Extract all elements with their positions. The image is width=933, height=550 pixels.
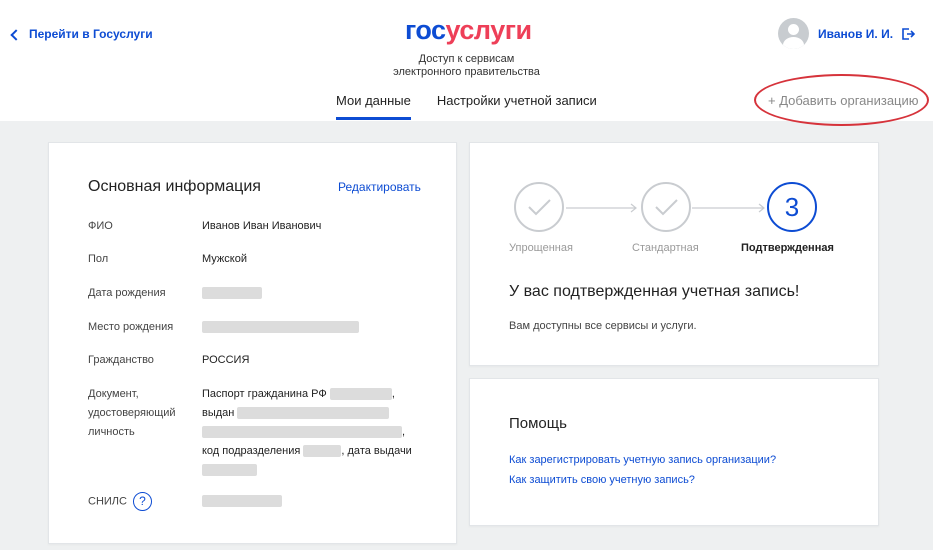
gender-value: Мужской: [202, 253, 247, 265]
user-name[interactable]: Иванов И. И.: [818, 27, 893, 41]
account-status-description: Вам доступны все сервисы и услуги.: [509, 320, 697, 332]
redacted-birth-date: [202, 287, 262, 300]
header: Перейти в Госуслуги госуслуги Доступ к с…: [0, 0, 933, 126]
birth-date-label: Дата рождения: [88, 287, 166, 299]
redacted-snils: [202, 495, 282, 508]
step-connector-line-1: [566, 203, 637, 213]
checkmark-icon: [655, 199, 678, 216]
main-info-card: Основная информация Редактировать ФИО Ив…: [48, 142, 457, 544]
avatar[interactable]: [778, 18, 809, 49]
add-organization-link[interactable]: + Добавить организацию: [768, 93, 919, 108]
help-link-protect-account[interactable]: Как защитить свою учетную запись?: [509, 474, 695, 486]
user-menu[interactable]: Иванов И. И.: [778, 18, 916, 49]
birth-date-value: [202, 284, 262, 303]
back-to-gosuslugi-link[interactable]: Перейти в Госуслуги: [10, 27, 153, 41]
document-value: Паспорт гражданина РФ , выдан , код подр…: [202, 385, 412, 480]
citizenship-value: РОССИЯ: [202, 354, 250, 366]
help-icon[interactable]: ?: [132, 492, 152, 511]
redacted-birth-place: [202, 321, 359, 334]
fio-value: Иванов Иван Иванович: [202, 220, 322, 232]
help-title: Помощь: [509, 415, 567, 432]
citizenship-label: Гражданство: [88, 354, 154, 366]
step-label-simplified: Упрощенная: [509, 242, 573, 254]
gender-label: Пол: [88, 253, 109, 265]
step-connector-line-2: [692, 203, 765, 213]
tab-my-data[interactable]: Мои данные: [336, 93, 411, 120]
step-label-standard: Стандартная: [632, 242, 699, 254]
step-standard: [641, 182, 691, 232]
header-subtitle: Доступ к сервисам электронного правитель…: [393, 53, 540, 78]
birth-place-label: Место рождения: [88, 321, 174, 333]
snils-value: [202, 492, 282, 511]
gosuslugi-logo[interactable]: госуслуги: [405, 15, 532, 46]
back-link-label: Перейти в Госуслуги: [29, 27, 153, 41]
fio-label: ФИО: [88, 220, 113, 232]
snils-label: СНИЛС?: [88, 492, 152, 511]
logout-icon[interactable]: [901, 27, 916, 41]
checkmark-icon: [528, 199, 551, 216]
document-label: Документ, удостоверяющий личность: [88, 388, 176, 438]
step-confirmed: 3: [767, 182, 817, 232]
help-card: Помощь Как зарегистрировать учетную запи…: [469, 378, 879, 526]
tab-account-settings[interactable]: Настройки учетной записи: [437, 93, 597, 120]
birth-place-value: [202, 318, 359, 337]
account-level-card: 3 Упрощенная Стандартная Подтвержденная …: [469, 142, 879, 366]
profile-tabs: Мои данные Настройки учетной записи: [336, 93, 623, 120]
account-status-title: У вас подтвержденная учетная запись!: [509, 283, 800, 300]
main-info-title: Основная информация: [88, 178, 261, 195]
edit-button[interactable]: Редактировать: [338, 180, 421, 194]
chevron-left-icon: [10, 28, 22, 41]
step-simplified: [514, 182, 564, 232]
help-link-register-organization[interactable]: Как зарегистрировать учетную запись орга…: [509, 454, 776, 466]
step-label-confirmed: Подтвержденная: [741, 242, 834, 254]
